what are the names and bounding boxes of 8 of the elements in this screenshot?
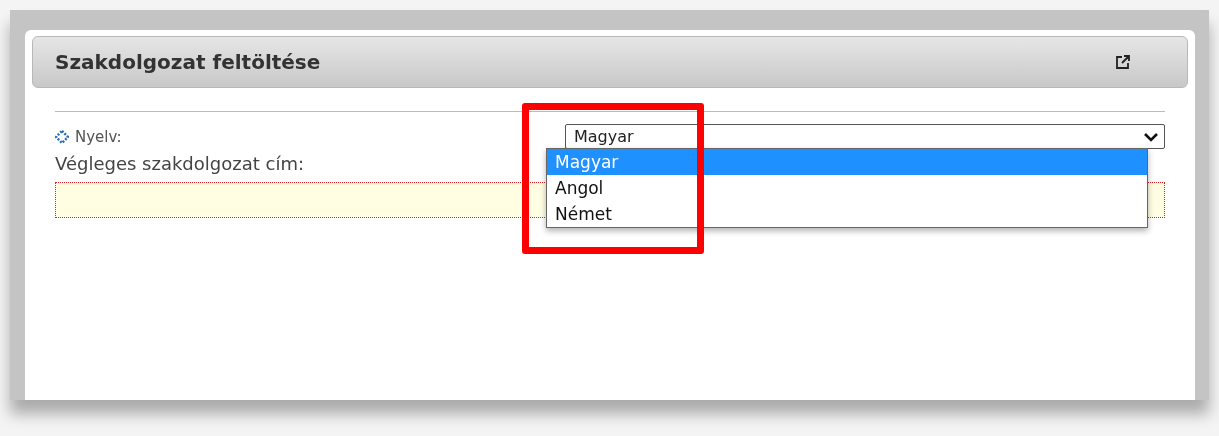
- dropdown-option[interactable]: Német: [547, 201, 1147, 227]
- field-label: Nyelv:: [75, 127, 122, 146]
- field-label: Végleges szakdolgozat cím:: [55, 153, 304, 174]
- diamond-icon: [55, 129, 69, 144]
- dialog-title: Szakdolgozat feltöltése: [55, 50, 321, 74]
- external-link-icon[interactable]: [1115, 54, 1131, 70]
- dropdown-option[interactable]: Angol: [547, 175, 1147, 201]
- chevron-down-icon: [1144, 131, 1158, 142]
